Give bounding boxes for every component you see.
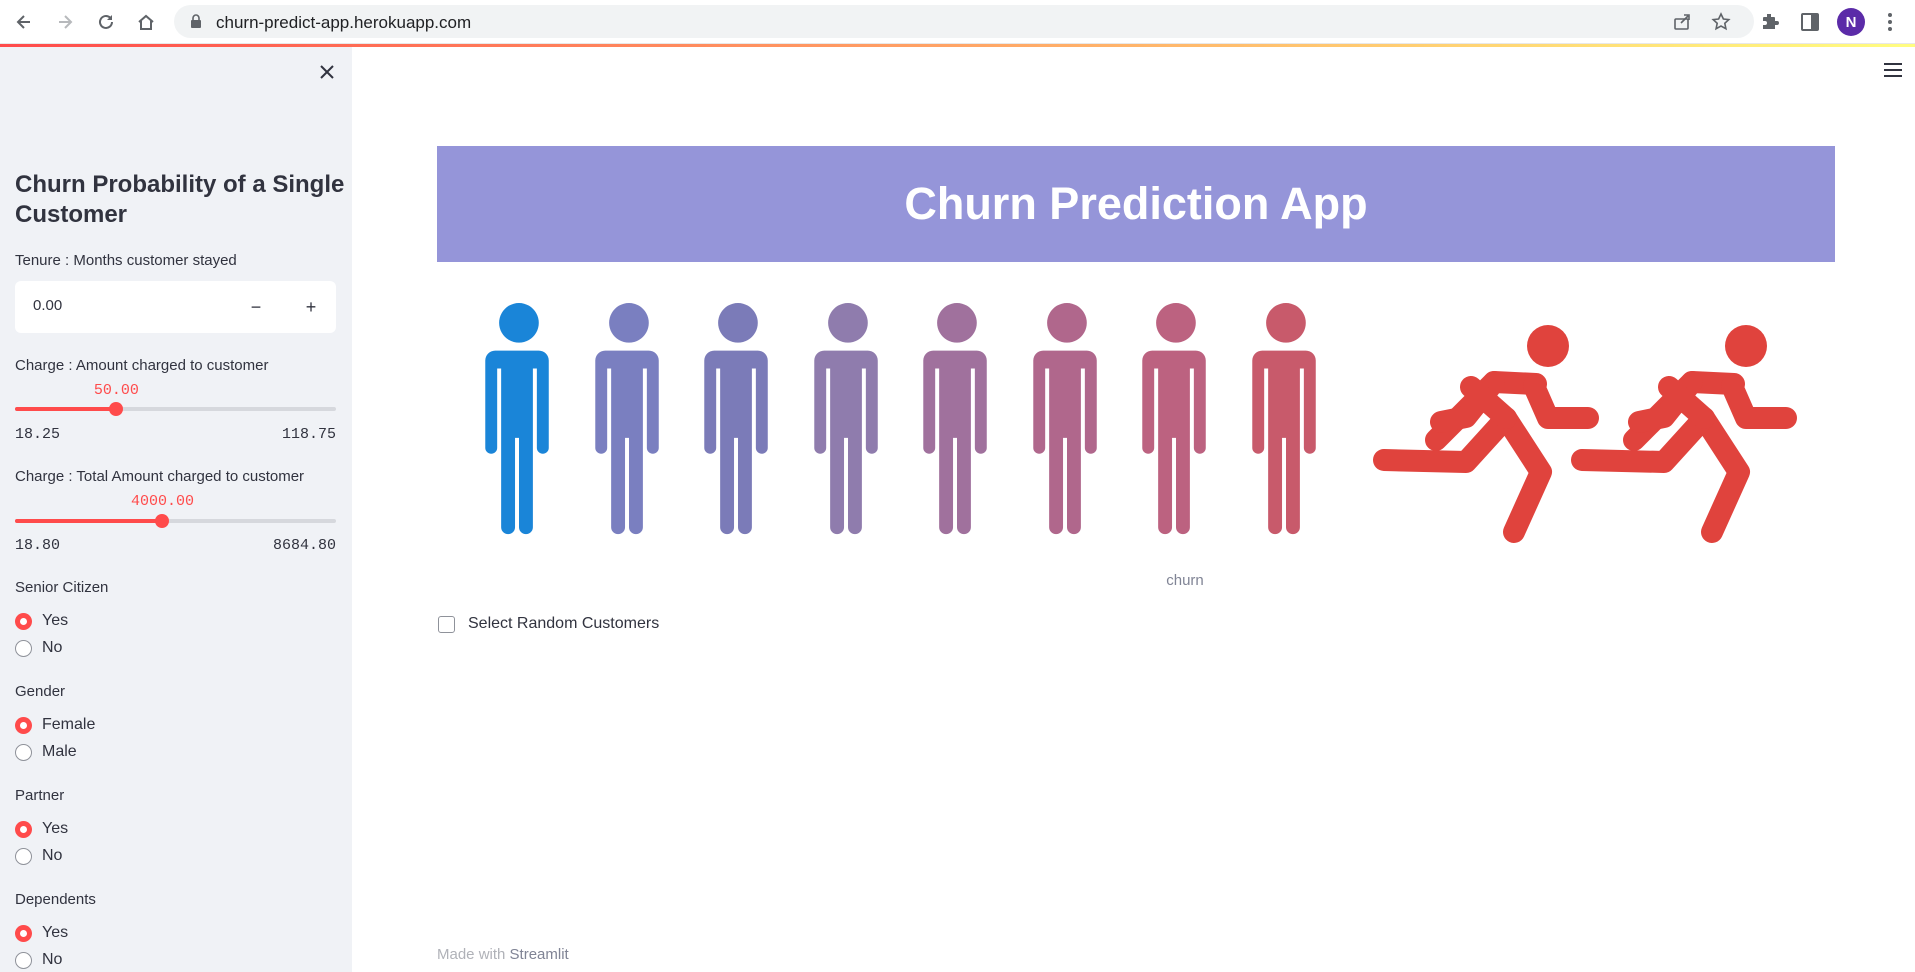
standing-customer-icon — [1142, 303, 1206, 535]
standing-customer-icon — [594, 303, 659, 535]
monthly-charge-slider[interactable] — [15, 402, 336, 416]
footer: Made with Streamlit — [437, 946, 569, 963]
radio-indicator[interactable] — [15, 951, 32, 969]
radio-indicator[interactable] — [15, 612, 32, 630]
total-charge-label: Charge : Total Amount charged to custome… — [15, 468, 305, 485]
monthly-charge-slider-thumb[interactable] — [109, 402, 124, 416]
standing-customer-icon — [813, 303, 878, 535]
radio-label: Female — [42, 716, 96, 733]
radio-label: No — [42, 847, 63, 864]
radio-indicator[interactable] — [15, 820, 32, 838]
standing-customer-icon — [1251, 303, 1316, 535]
total-charge-slider[interactable] — [15, 514, 336, 528]
checkbox-label: Select Random Customers — [468, 615, 660, 632]
partner-option-yes[interactable]: Yes — [15, 818, 68, 840]
radio-label: Yes — [42, 924, 69, 941]
tenure-increment-button[interactable]: + — [286, 281, 336, 333]
partner-label: Partner — [15, 787, 65, 804]
churn-illustration — [470, 300, 1810, 550]
senior-citizen-label: Senior Citizen — [15, 579, 109, 596]
total-charge-slider-thumb[interactable] — [155, 514, 170, 528]
page-title: Churn Prediction App — [904, 178, 1368, 229]
total-charge-value: 4000.00 — [130, 493, 194, 510]
standing-customer-icon — [1032, 303, 1097, 535]
dependents-label: Dependents — [15, 891, 96, 908]
total-charge-slider-fill — [15, 519, 163, 523]
gender-label: Gender — [15, 683, 66, 700]
share-icon[interactable] — [1671, 11, 1693, 33]
select-random-customers-checkbox[interactable]: Select Random Customers — [438, 615, 659, 633]
forward-icon[interactable] — [51, 8, 79, 36]
reload-icon[interactable] — [92, 8, 120, 36]
sidebar-title: Churn Probability of a Single Customer — [15, 171, 345, 228]
radio-label: Yes — [42, 612, 69, 629]
monthly-charge-label: Charge : Amount charged to customer — [15, 357, 269, 374]
monthly-charge-max: 118.75 — [281, 426, 336, 443]
back-icon[interactable] — [10, 8, 38, 36]
radio-indicator[interactable] — [15, 847, 32, 865]
tenure-decrement-button[interactable]: − — [231, 281, 281, 333]
image-caption: churn — [1166, 572, 1204, 589]
radio-indicator[interactable] — [15, 924, 32, 942]
radio-label: Male — [42, 743, 77, 760]
tenure-number-input[interactable]: 0.00 − + — [15, 281, 336, 333]
radio-label: No — [42, 951, 63, 968]
checkbox-indicator[interactable] — [438, 615, 455, 633]
lock-icon — [191, 14, 201, 28]
browser-menu-icon[interactable] — [1880, 10, 1900, 34]
close-sidebar-icon[interactable] — [316, 61, 338, 83]
sidebar: Churn Probability of a Single Customer T… — [0, 47, 352, 972]
footer-prefix: Made with — [437, 946, 510, 963]
monthly-charge-slider-fill — [15, 407, 117, 411]
monthly-charge-value: 50.00 — [93, 382, 139, 399]
tenure-label: Tenure : Months customer stayed — [15, 252, 237, 269]
radio-label: No — [42, 639, 63, 656]
address-bar[interactable]: churn-predict-app.herokuapp.com — [174, 5, 1754, 38]
total-charge-max: 8684.80 — [272, 537, 336, 554]
radio-indicator[interactable] — [15, 716, 32, 734]
title-banner: Churn Prediction App — [437, 146, 1835, 262]
standing-customer-icon — [923, 303, 987, 535]
bookmark-star-icon[interactable] — [1710, 11, 1732, 33]
url-text: churn-predict-app.herokuapp.com — [216, 13, 472, 32]
gender-option-male[interactable]: Male — [15, 741, 77, 763]
dependents-option-no[interactable]: No — [15, 949, 62, 971]
total-charge-min: 18.80 — [15, 537, 61, 554]
streamlit-link[interactable]: Streamlit — [510, 946, 569, 963]
dependents-option-yes[interactable]: Yes — [15, 922, 68, 944]
churned-customer-running-icon — [1571, 325, 1797, 543]
partner-option-no[interactable]: No — [15, 845, 62, 867]
standing-customer-icon — [485, 303, 549, 535]
monthly-charge-min: 18.25 — [15, 426, 61, 443]
radio-indicator[interactable] — [15, 743, 32, 761]
gender-option-female[interactable]: Female — [15, 714, 95, 736]
main-menu-icon[interactable] — [1884, 63, 1902, 77]
standing-customer-icon — [704, 303, 768, 535]
side-panel-icon[interactable] — [1798, 10, 1822, 34]
senior-citizen-option-no[interactable]: No — [15, 637, 62, 659]
radio-label: Yes — [42, 820, 69, 837]
extensions-icon[interactable] — [1758, 10, 1782, 34]
tenure-value[interactable]: 0.00 — [33, 297, 62, 314]
home-icon[interactable] — [132, 8, 160, 36]
avatar[interactable]: N — [1837, 8, 1865, 36]
browser-toolbar: churn-predict-app.herokuapp.com N — [0, 0, 1915, 44]
senior-citizen-option-yes[interactable]: Yes — [15, 610, 68, 632]
radio-indicator[interactable] — [15, 639, 32, 657]
